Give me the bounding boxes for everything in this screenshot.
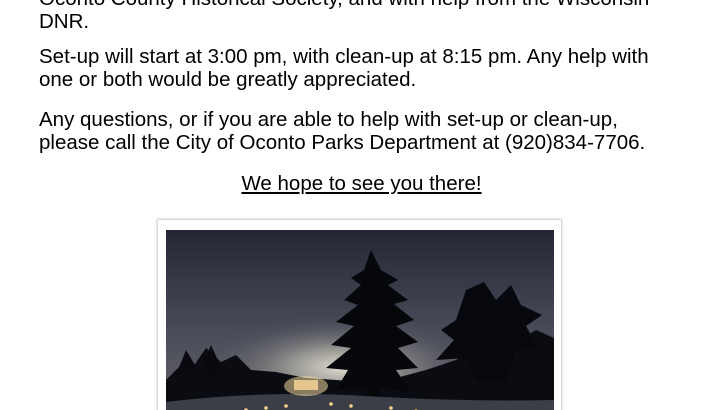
- photo-frame: [157, 219, 562, 410]
- paragraph-line: DNR.: [39, 10, 90, 33]
- paragraph-sponsors: Oconto County Historical Society, and wi…: [39, 0, 699, 33]
- paragraph-setup-times: Set-up will start at 3:00 pm, with clean…: [39, 45, 699, 91]
- night-park-photo: [166, 230, 554, 410]
- paragraph-contact: Any questions, or if you are able to hel…: [39, 108, 699, 154]
- paragraph-line: Any questions, or if you are able to hel…: [39, 108, 618, 131]
- document-page: Oconto County Historical Society, and wi…: [0, 0, 723, 410]
- closing-text: We hope to see you there!: [241, 172, 482, 195]
- paragraph-line: please call the City of Oconto Parks Dep…: [39, 131, 646, 154]
- paragraph-line: one or both would be greatly appreciated…: [39, 68, 417, 91]
- paragraph-line: Oconto County Historical Society, and wi…: [39, 0, 699, 10]
- paragraph-line: Set-up will start at 3:00 pm, with clean…: [39, 45, 649, 68]
- closing-line: We hope to see you there!: [0, 172, 723, 195]
